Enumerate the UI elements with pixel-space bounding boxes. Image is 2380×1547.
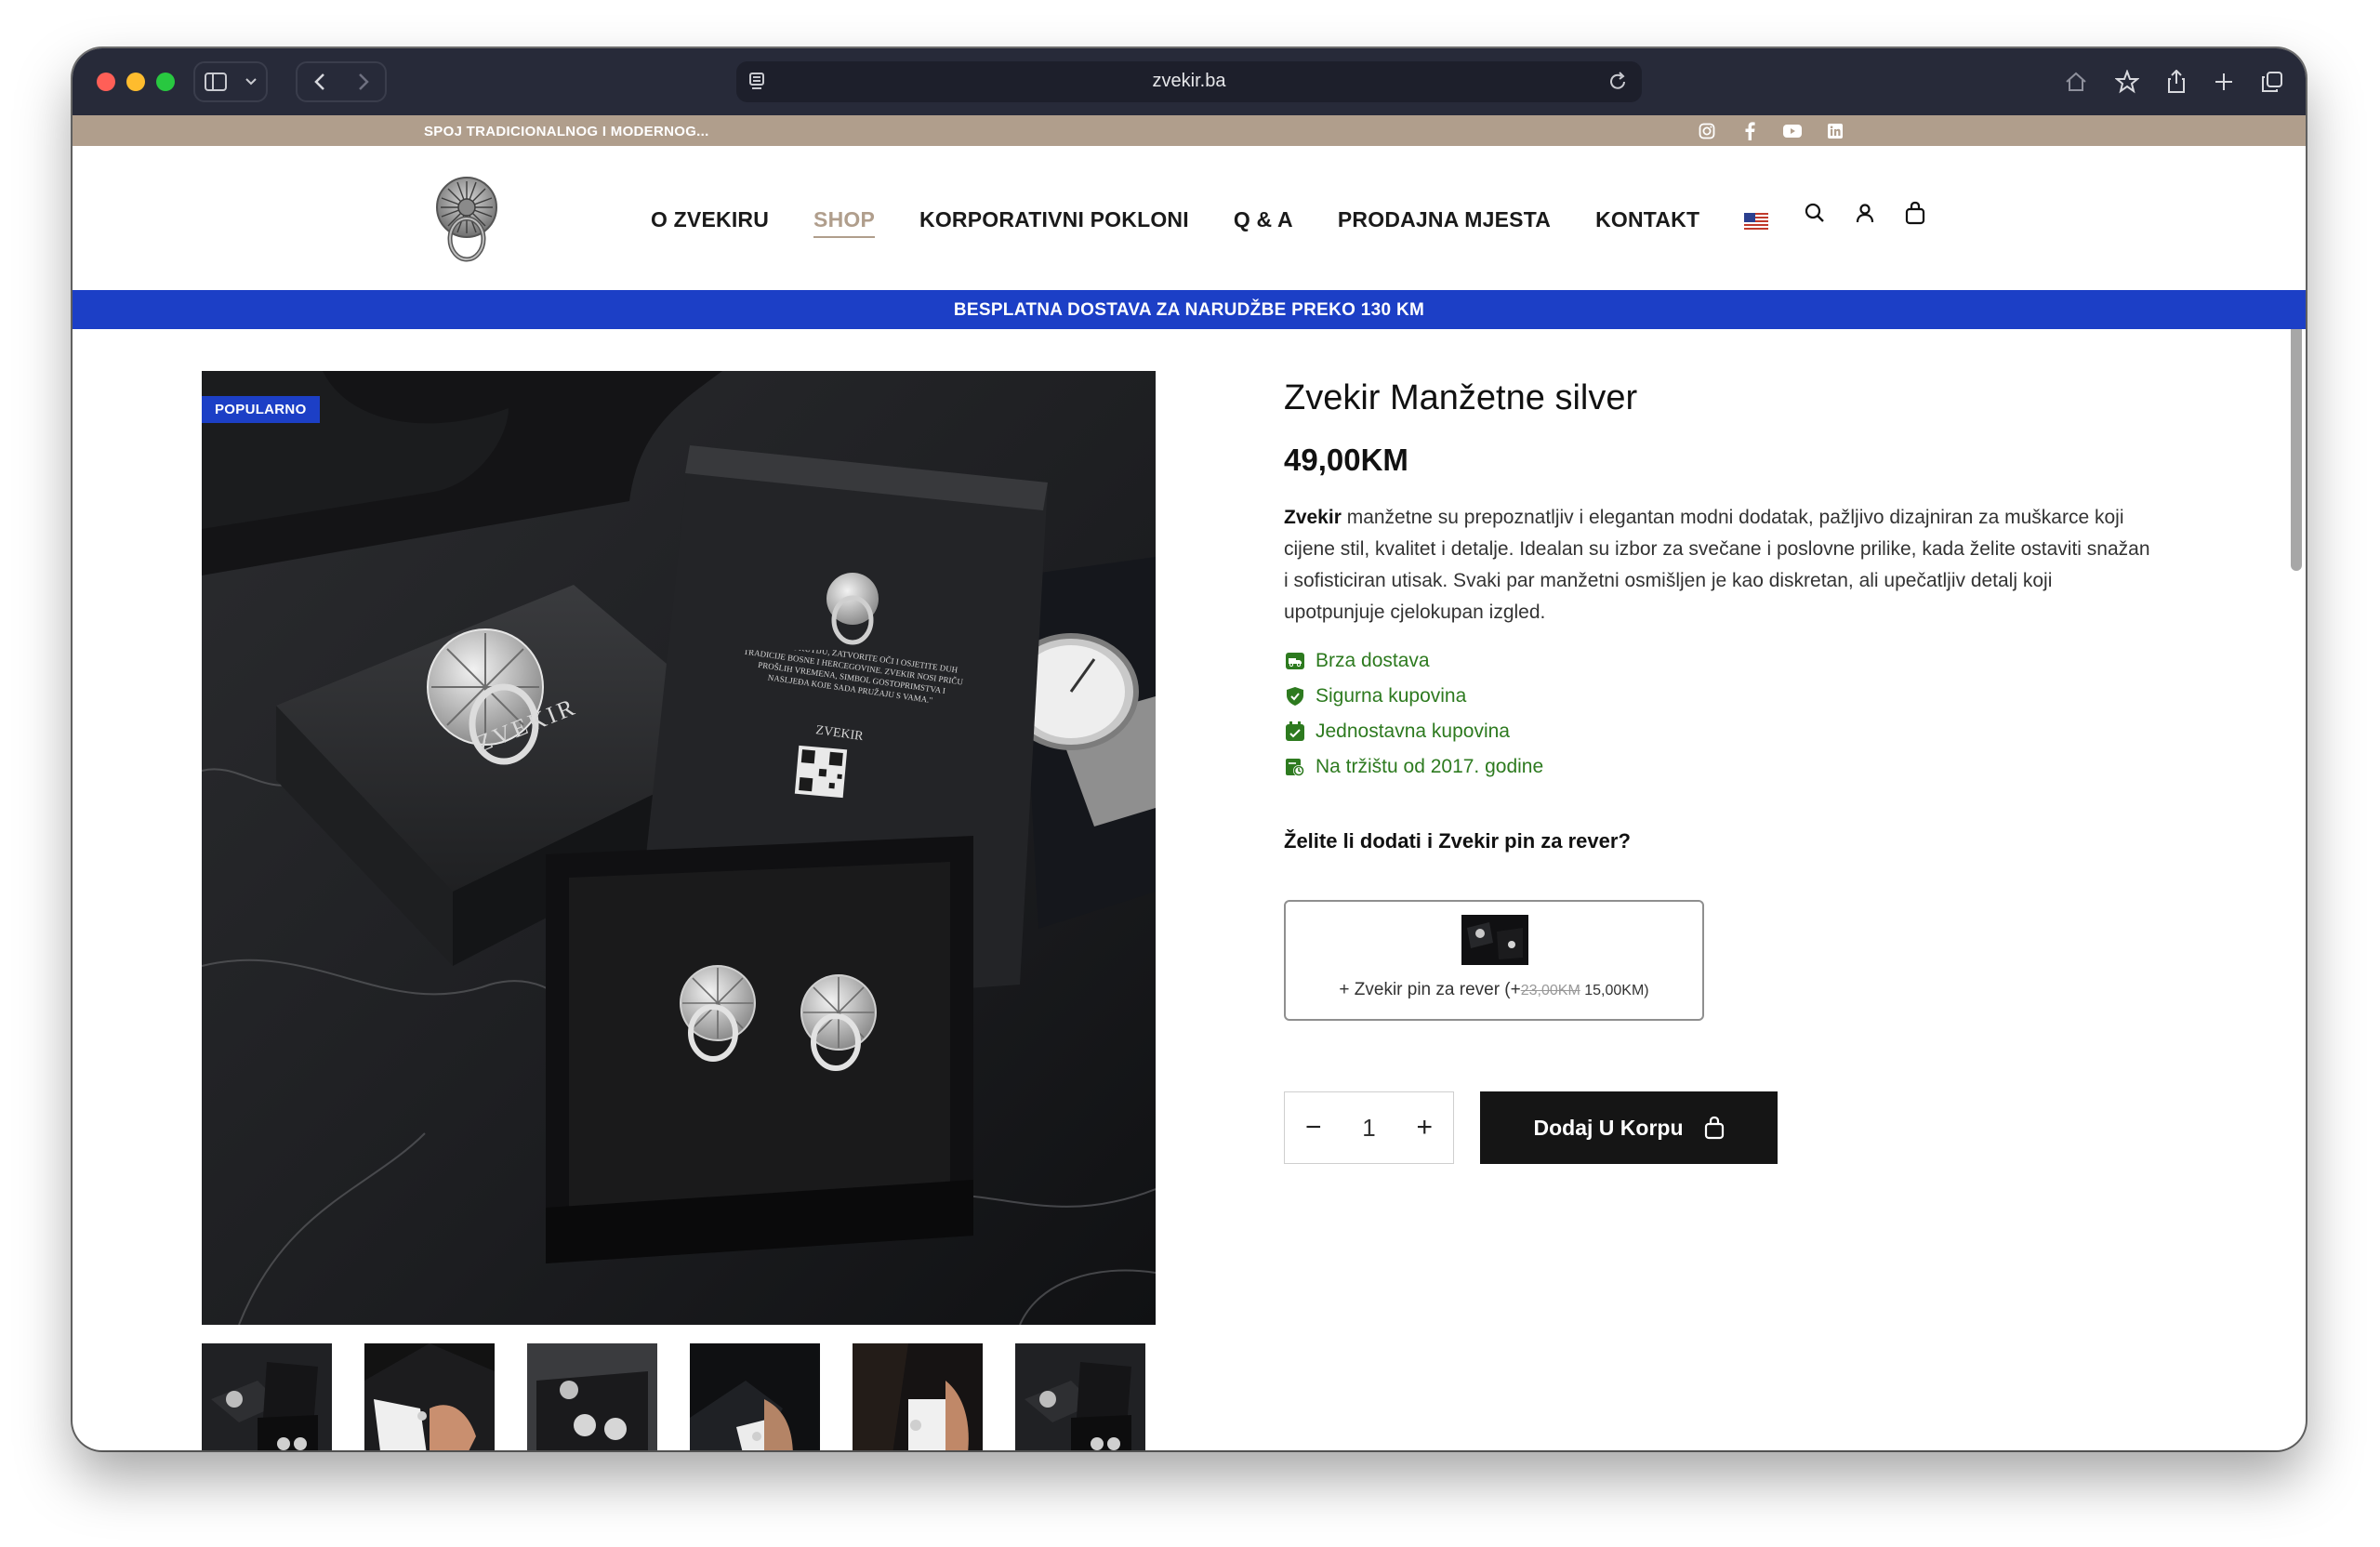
social-links	[1696, 122, 1846, 140]
bag-icon	[1704, 1116, 1724, 1140]
nav-q-and-a[interactable]: Q & A	[1234, 207, 1293, 232]
sidebar-icon[interactable]	[195, 73, 236, 91]
feature-label: Brza dostava	[1316, 650, 1430, 671]
main-navigation: O ZVEKIRU SHOP KORPORATIVNI POKLONI Q & …	[651, 202, 1769, 238]
thumbnail-5[interactable]	[853, 1343, 983, 1450]
feature-label: Jednostavna kupovina	[1316, 721, 1510, 742]
add-to-cart-label: Dodaj U Korpu	[1533, 1115, 1684, 1140]
product-price: 49,00KM	[1284, 443, 1408, 477]
browser-window: zvekir.ba SPOJ TRADICIONALNOG I MODERNOG…	[73, 48, 2306, 1450]
nav-prodajna-mjesta[interactable]: PRODAJNA MJESTA	[1338, 207, 1551, 232]
quantity-stepper: − 1 +	[1284, 1091, 1454, 1164]
slogan-text: SPOJ TRADICIONALNOG I MODERNOG...	[424, 124, 709, 139]
shield-check-icon	[1287, 687, 1303, 706]
url-text: zvekir.ba	[1152, 71, 1226, 91]
product-main-image[interactable]: ZVEKIR "OTVORITE KUTIJU, ZATVORITE OČI I…	[202, 371, 1156, 1325]
nav-o-zvekiru[interactable]: O ZVEKIRU	[651, 207, 769, 232]
nav-shop[interactable]: SHOP	[813, 207, 876, 238]
search-icon[interactable]	[1802, 200, 1828, 226]
thumbnail-2[interactable]	[364, 1343, 495, 1450]
addon-label-text: + Zvekir pin za rever (+	[1339, 980, 1521, 999]
tab-overview-icon[interactable]	[2261, 71, 2283, 93]
zoom-window-button[interactable]	[156, 73, 175, 91]
history-nav-group	[296, 61, 387, 102]
feature-item: Brza dostava	[1284, 643, 2176, 679]
feature-list: Brza dostava Sigurna kupovina Jednostavn…	[1284, 643, 2176, 785]
site-header: O ZVEKIRU SHOP KORPORATIVNI POKLONI Q & …	[73, 146, 2306, 290]
calendar-check-icon	[1286, 721, 1304, 741]
feature-label: Sigurna kupovina	[1316, 685, 1467, 707]
nav-kontakt[interactable]: KONTAKT	[1595, 207, 1699, 232]
us-flag-icon[interactable]	[1744, 212, 1769, 230]
sidebar-toggle-group[interactable]	[193, 61, 268, 102]
reload-icon[interactable]	[1608, 71, 1629, 98]
new-tab-icon[interactable]	[2214, 72, 2234, 92]
quantity-decrease-button[interactable]: −	[1305, 1112, 1322, 1144]
addon-new-price: 15,00KM)	[1580, 983, 1649, 998]
thumbnail-6[interactable]	[1015, 1343, 1145, 1450]
feature-label: Na tržištu od 2017. godine	[1316, 756, 1544, 777]
product-description: Zvekir manžetne su prepoznatljiv i elega…	[1284, 502, 2158, 628]
thumbnail-4[interactable]	[690, 1343, 820, 1450]
browser-toolbar: zvekir.ba	[73, 48, 2306, 115]
quantity-increase-button[interactable]: +	[1416, 1112, 1433, 1144]
popular-badge: POPULARNO	[202, 396, 320, 423]
thumbnail-1[interactable]	[202, 1343, 332, 1450]
forward-button[interactable]	[341, 73, 385, 91]
facebook-icon[interactable]	[1739, 122, 1761, 140]
box-quote-text: "OTVORITE KUTIJU, ZATVORITE OČI I OSJETI…	[743, 650, 964, 706]
nav-korporativni-pokloni[interactable]: KORPORATIVNI POKLONI	[919, 207, 1189, 232]
instagram-icon[interactable]	[1696, 122, 1718, 140]
announcement-bar: SPOJ TRADICIONALNOG I MODERNOG...	[73, 115, 2306, 146]
description-brand: Zvekir	[1284, 507, 1342, 528]
header-actions	[1802, 200, 1928, 226]
purchase-controls: − 1 + Dodaj U Korpu	[1284, 1091, 2176, 1164]
addon-old-price: 23,00KM	[1520, 983, 1580, 998]
youtube-icon[interactable]	[1781, 122, 1804, 140]
address-bar[interactable]: zvekir.ba	[736, 61, 1642, 102]
calendar-clock-icon	[1286, 759, 1304, 776]
free-shipping-banner: BESPLATNA DOSTAVA ZA NARUDŽBE PREKO 130 …	[73, 290, 2306, 329]
product-info: Zvekir Manžetne silver 49,00KM Zvekir ma…	[1284, 378, 2176, 1164]
home-icon[interactable]	[2064, 71, 2088, 93]
product-thumbnails	[202, 1343, 1145, 1450]
back-button[interactable]	[298, 73, 341, 91]
bag-icon[interactable]	[1902, 200, 1928, 226]
lapel-pin-image	[1461, 915, 1528, 965]
minimize-window-button[interactable]	[126, 73, 145, 91]
thumbnail-3[interactable]	[527, 1343, 657, 1450]
free-shipping-text: BESPLATNA DOSTAVA ZA NARUDŽBE PREKO 130 …	[953, 300, 1425, 320]
quantity-value[interactable]: 1	[1362, 1114, 1375, 1143]
add-to-cart-button[interactable]: Dodaj U Korpu	[1480, 1091, 1778, 1164]
feature-item: Jednostavna kupovina	[1284, 714, 2176, 749]
delivery-truck-icon	[1286, 653, 1304, 669]
feature-item: Na tržištu od 2017. godine	[1284, 749, 2176, 785]
addon-label: + Zvekir pin za rever (+23,00KM 15,00KM)	[1286, 980, 1702, 1000]
feature-item: Sigurna kupovina	[1284, 679, 2176, 714]
linkedin-icon[interactable]	[1824, 122, 1846, 140]
chevron-down-icon[interactable]	[236, 77, 266, 86]
description-text: manžetne su prepoznatljiv i elegantan mo…	[1284, 507, 2150, 623]
zvekir-logo[interactable]	[430, 174, 504, 267]
close-window-button[interactable]	[97, 73, 115, 91]
product-title: Zvekir Manžetne silver	[1284, 378, 1638, 417]
bookmark-star-icon[interactable]	[2115, 70, 2140, 94]
share-icon[interactable]	[2166, 70, 2187, 94]
addon-question: Želite li dodati i Zvekir pin za rever?	[1284, 829, 1631, 853]
addon-lapel-pin-option[interactable]: + Zvekir pin za rever (+23,00KM 15,00KM)	[1284, 900, 1704, 1021]
user-icon[interactable]	[1852, 200, 1878, 226]
toolbar-actions	[2051, 61, 2296, 102]
